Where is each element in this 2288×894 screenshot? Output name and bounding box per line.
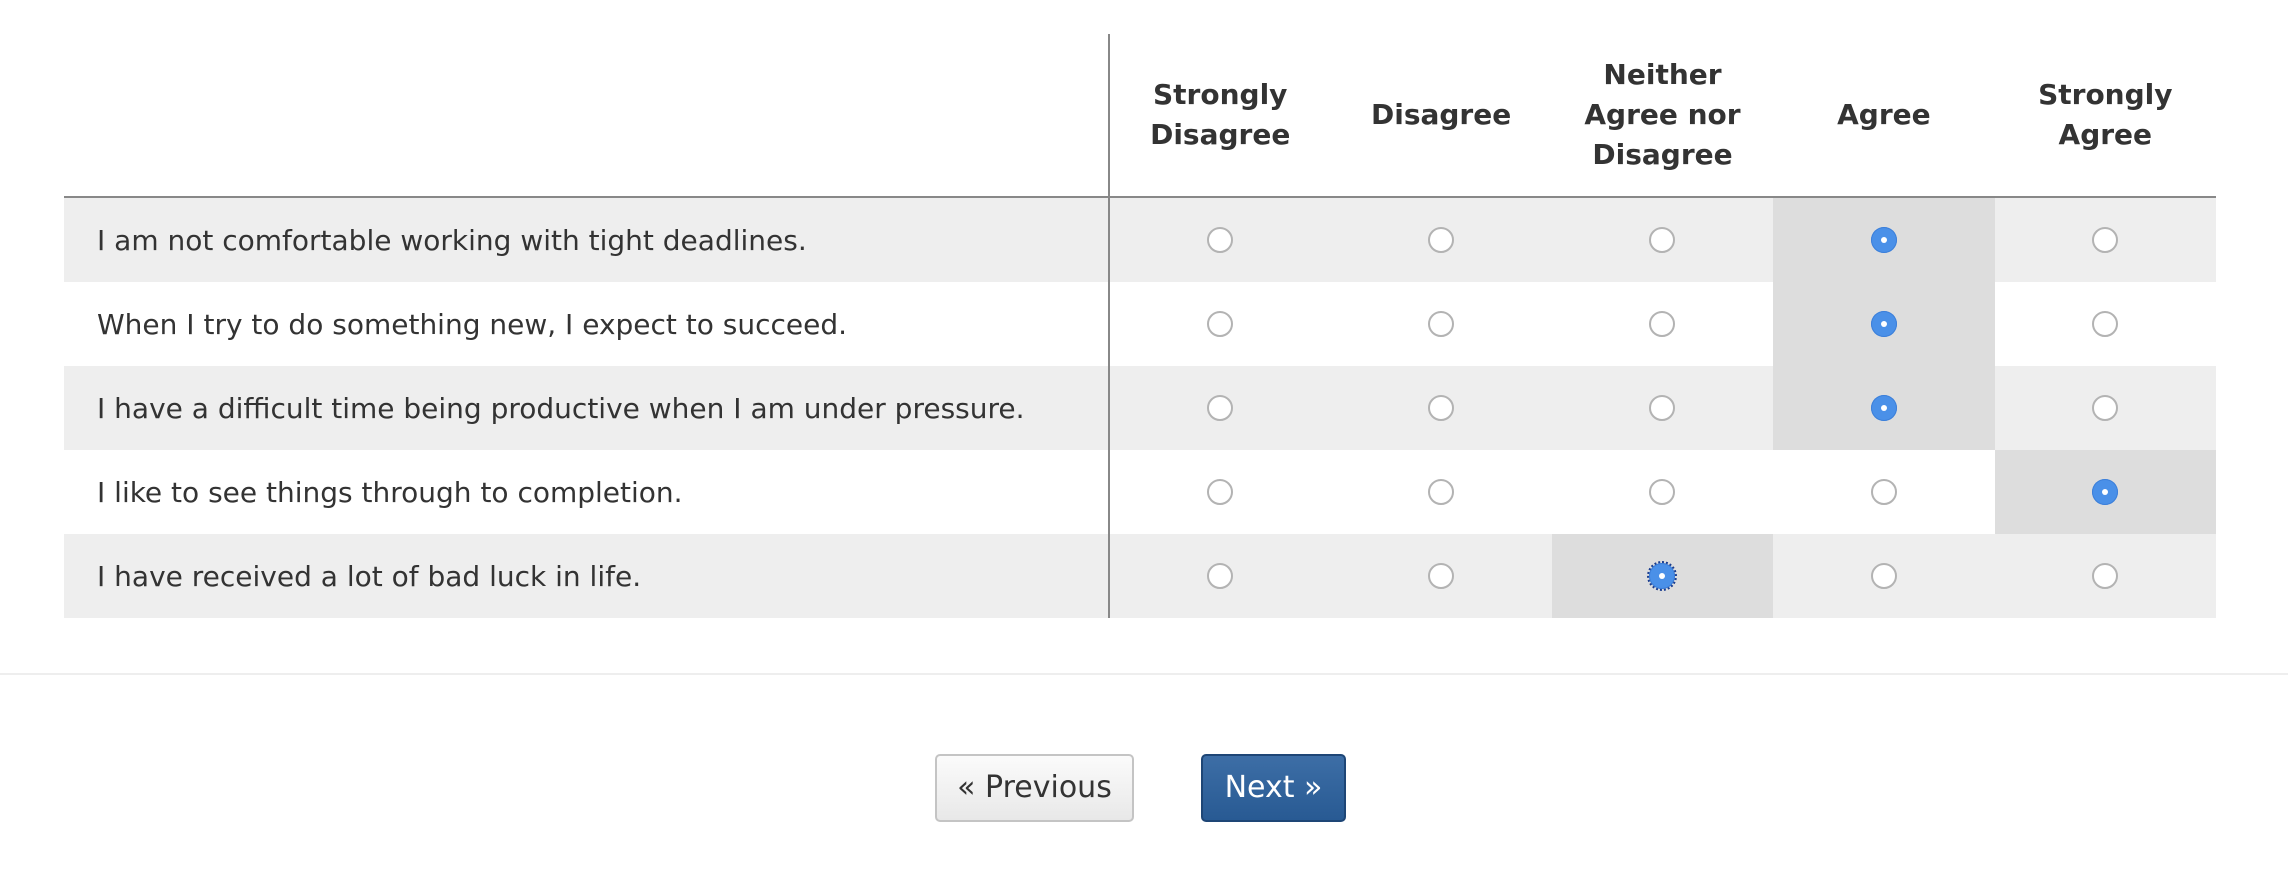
option-cell-agree[interactable] [1773, 366, 1995, 450]
next-button[interactable]: Next » [1201, 754, 1346, 822]
question-row: When I try to do something new, I expect… [64, 282, 2216, 366]
option-cell-strongly-agree[interactable] [1994, 366, 2216, 450]
column-header-strongly-agree: Strongly Agree [1994, 34, 2216, 198]
option-cell-strongly-disagree[interactable] [1109, 366, 1331, 450]
survey-page: Strongly Disagree Disagree Neither Agree… [0, 0, 2288, 894]
question-statement: I have a difficult time being productive… [64, 366, 1111, 450]
question-statement: I have received a lot of bad luck in lif… [64, 534, 1111, 618]
option-cell-disagree[interactable] [1330, 282, 1552, 366]
radio-button-icon[interactable] [1649, 395, 1676, 421]
radio-button-icon[interactable] [2092, 227, 2119, 253]
radio-button-icon[interactable] [1207, 563, 1234, 589]
radio-button-icon[interactable] [1428, 563, 1455, 589]
option-cell-disagree[interactable] [1330, 366, 1552, 450]
option-cell-neither[interactable] [1551, 534, 1774, 618]
option-cell-neither[interactable] [1551, 282, 1774, 366]
radio-button-icon[interactable] [1649, 311, 1676, 337]
option-cell-strongly-agree[interactable] [1994, 197, 2216, 282]
radio-button-icon[interactable] [1870, 311, 1897, 337]
column-header-neither: Neither Agree nor Disagree [1551, 34, 1774, 198]
radio-button-icon[interactable] [1207, 311, 1234, 337]
option-cell-strongly-disagree[interactable] [1109, 282, 1331, 366]
option-cell-strongly-disagree[interactable] [1109, 534, 1331, 618]
option-cell-strongly-disagree[interactable] [1109, 450, 1331, 534]
option-cell-neither[interactable] [1551, 366, 1774, 450]
radio-button-icon[interactable] [2092, 563, 2119, 589]
option-cell-neither[interactable] [1551, 197, 1774, 282]
radio-button-icon[interactable] [1428, 395, 1455, 421]
option-cell-agree[interactable] [1773, 450, 1995, 534]
column-header-disagree: Disagree [1330, 34, 1552, 198]
option-cell-strongly-agree[interactable] [1994, 534, 2216, 618]
radio-button-icon[interactable] [2092, 479, 2119, 505]
question-row: I am not comfortable working with tight … [64, 197, 2216, 282]
radio-button-icon[interactable] [1647, 561, 1678, 591]
previous-button[interactable]: « Previous [935, 754, 1134, 822]
radio-button-icon[interactable] [1649, 479, 1676, 505]
likert-matrix: Strongly Disagree Disagree Neither Agree… [64, 34, 2216, 618]
question-statement: I like to see things through to completi… [64, 450, 1111, 534]
option-cell-agree[interactable] [1773, 534, 1995, 618]
question-row: I have a difficult time being productive… [64, 366, 2216, 450]
radio-button-icon[interactable] [1207, 479, 1234, 505]
radio-button-icon[interactable] [1207, 227, 1234, 253]
radio-button-icon[interactable] [2092, 311, 2119, 337]
option-cell-disagree[interactable] [1330, 197, 1552, 282]
radio-button-icon[interactable] [1428, 227, 1455, 253]
option-cell-disagree[interactable] [1330, 450, 1552, 534]
radio-button-icon[interactable] [1649, 227, 1676, 253]
statement-column-header [64, 34, 1111, 198]
radio-button-icon[interactable] [1870, 563, 1897, 589]
question-statement: I am not comfortable working with tight … [64, 197, 1111, 282]
question-row: I have received a lot of bad luck in lif… [64, 534, 2216, 618]
question-statement: When I try to do something new, I expect… [64, 282, 1111, 366]
column-header-strongly-disagree: Strongly Disagree [1109, 34, 1331, 198]
radio-button-icon[interactable] [1428, 479, 1455, 505]
option-cell-strongly-agree[interactable] [1994, 450, 2216, 534]
section-divider [0, 673, 2288, 675]
option-cell-disagree[interactable] [1330, 534, 1552, 618]
radio-button-icon[interactable] [1207, 395, 1234, 421]
option-cell-neither[interactable] [1551, 450, 1774, 534]
radio-button-icon[interactable] [1870, 395, 1897, 421]
column-header-agree: Agree [1773, 34, 1995, 198]
radio-button-icon[interactable] [1870, 227, 1897, 253]
option-cell-agree[interactable] [1773, 197, 1995, 282]
option-cell-strongly-disagree[interactable] [1109, 197, 1331, 282]
radio-button-icon[interactable] [1870, 479, 1897, 505]
radio-button-icon[interactable] [2092, 395, 2119, 421]
radio-button-icon[interactable] [1428, 311, 1455, 337]
question-row: I like to see things through to completi… [64, 450, 2216, 534]
option-cell-agree[interactable] [1773, 282, 1995, 366]
option-cell-strongly-agree[interactable] [1994, 282, 2216, 366]
matrix-header-row: Strongly Disagree Disagree Neither Agree… [64, 34, 2216, 198]
